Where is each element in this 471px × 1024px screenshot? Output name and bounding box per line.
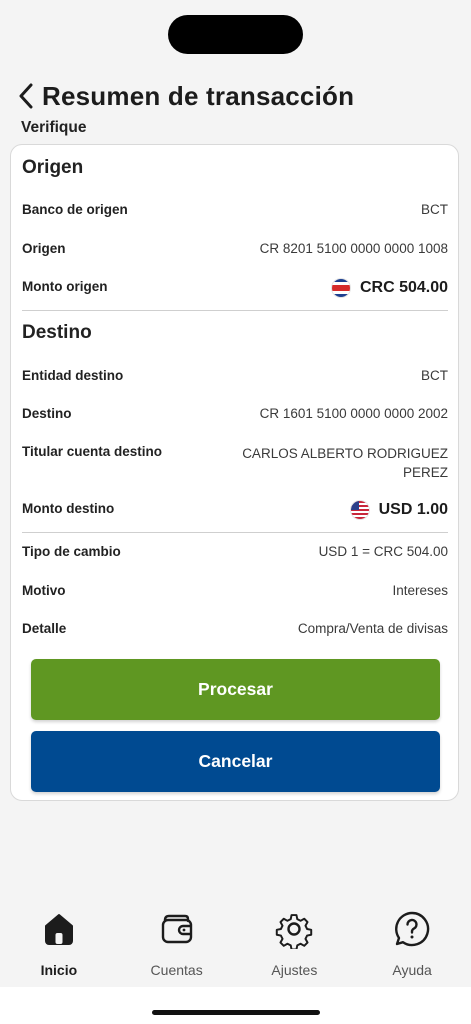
- home-icon: [39, 909, 79, 949]
- nav-label-inicio: Inicio: [40, 962, 78, 978]
- origin-bank-row: Banco de origen BCT: [22, 202, 448, 217]
- detail-label: Detalle: [22, 621, 67, 636]
- origin-account-label: Origen: [22, 241, 66, 256]
- chevron-left-icon: [19, 83, 33, 109]
- destination-holder-label: Titular cuenta destino: [22, 444, 163, 459]
- wallet-icon: [157, 909, 197, 949]
- origin-amount-row: Monto origen CRC 504.00: [22, 279, 448, 297]
- nav-item-ajustes[interactable]: Ajustes: [236, 895, 354, 987]
- destination-account-row: Destino CR 1601 5100 0000 0000 2002: [22, 406, 448, 421]
- nav-label-ajustes: Ajustes: [271, 962, 318, 978]
- page-title: Resumen de transacción: [42, 80, 355, 111]
- page-subtitle: Verifique: [21, 119, 87, 136]
- reason-label: Motivo: [22, 583, 66, 598]
- destination-amount-row: Monto destino USD 1.00: [22, 501, 448, 519]
- origin-amount-value: CRC 504.00: [359, 279, 448, 296]
- process-button[interactable]: Procesar: [31, 659, 440, 720]
- home-indicator-area: [0, 987, 471, 1024]
- detail-value: Compra/Venta de divisas: [297, 621, 448, 636]
- home-indicator[interactable]: [152, 1010, 320, 1015]
- exchange-rate-label: Tipo de cambio: [22, 544, 121, 559]
- origin-section-title: Origen: [22, 157, 84, 178]
- transaction-summary-card: Origen Banco de origen BCT Origen CR 820…: [10, 144, 459, 801]
- nav-label-ayuda: Ayuda: [392, 962, 432, 978]
- destination-amount-label: Monto destino: [22, 501, 115, 516]
- destination-entity-value: BCT: [421, 368, 448, 383]
- destination-account-value: CR 1601 5100 0000 0000 2002: [259, 406, 448, 421]
- divider: [22, 532, 448, 533]
- origin-bank-label: Banco de origen: [22, 202, 128, 217]
- gear-icon: [274, 909, 314, 949]
- destination-holder-row: Titular cuenta destino CARLOS ALBERTO RO…: [22, 444, 448, 482]
- destination-holder-value: CARLOS ALBERTO RODRIGUEZ PEREZ: [242, 446, 448, 480]
- reason-row: Motivo Intereses: [22, 583, 448, 598]
- origin-bank-value: BCT: [421, 202, 448, 217]
- bottom-navigation: Inicio Cuentas Ajustes Ayuda: [0, 895, 471, 987]
- cancel-button[interactable]: Cancelar: [31, 731, 440, 792]
- destination-amount: USD 1.00: [350, 501, 448, 519]
- origin-amount-label: Monto origen: [22, 279, 108, 294]
- back-button[interactable]: [14, 80, 38, 112]
- destination-account-label: Destino: [22, 406, 72, 421]
- destination-section-title: Destino: [22, 322, 92, 343]
- nav-label-cuentas: Cuentas: [150, 962, 203, 978]
- reason-value: Intereses: [392, 583, 448, 598]
- exchange-rate-value: USD 1 = CRC 504.00: [318, 544, 448, 559]
- detail-row: Detalle Compra/Venta de divisas: [22, 621, 448, 636]
- destination-amount-value: USD 1.00: [378, 501, 448, 518]
- help-icon: [392, 909, 432, 949]
- usa-flag-icon: [350, 501, 369, 519]
- nav-item-inicio[interactable]: Inicio: [0, 895, 118, 987]
- divider: [22, 310, 448, 311]
- camera-notch: [168, 15, 303, 54]
- nav-item-cuentas[interactable]: Cuentas: [118, 895, 236, 987]
- page-header: Resumen de transacción: [14, 78, 457, 114]
- origin-account-row: Origen CR 8201 5100 0000 0000 1008: [22, 241, 448, 256]
- exchange-rate-row: Tipo de cambio USD 1 = CRC 504.00: [22, 544, 448, 559]
- nav-item-ayuda[interactable]: Ayuda: [353, 895, 471, 987]
- destination-entity-row: Entidad destino BCT: [22, 368, 448, 383]
- origin-amount: CRC 504.00: [331, 279, 448, 297]
- origin-account-value: CR 8201 5100 0000 0000 1008: [259, 241, 448, 256]
- destination-entity-label: Entidad destino: [22, 368, 124, 383]
- costa-rica-flag-icon: [331, 279, 350, 297]
